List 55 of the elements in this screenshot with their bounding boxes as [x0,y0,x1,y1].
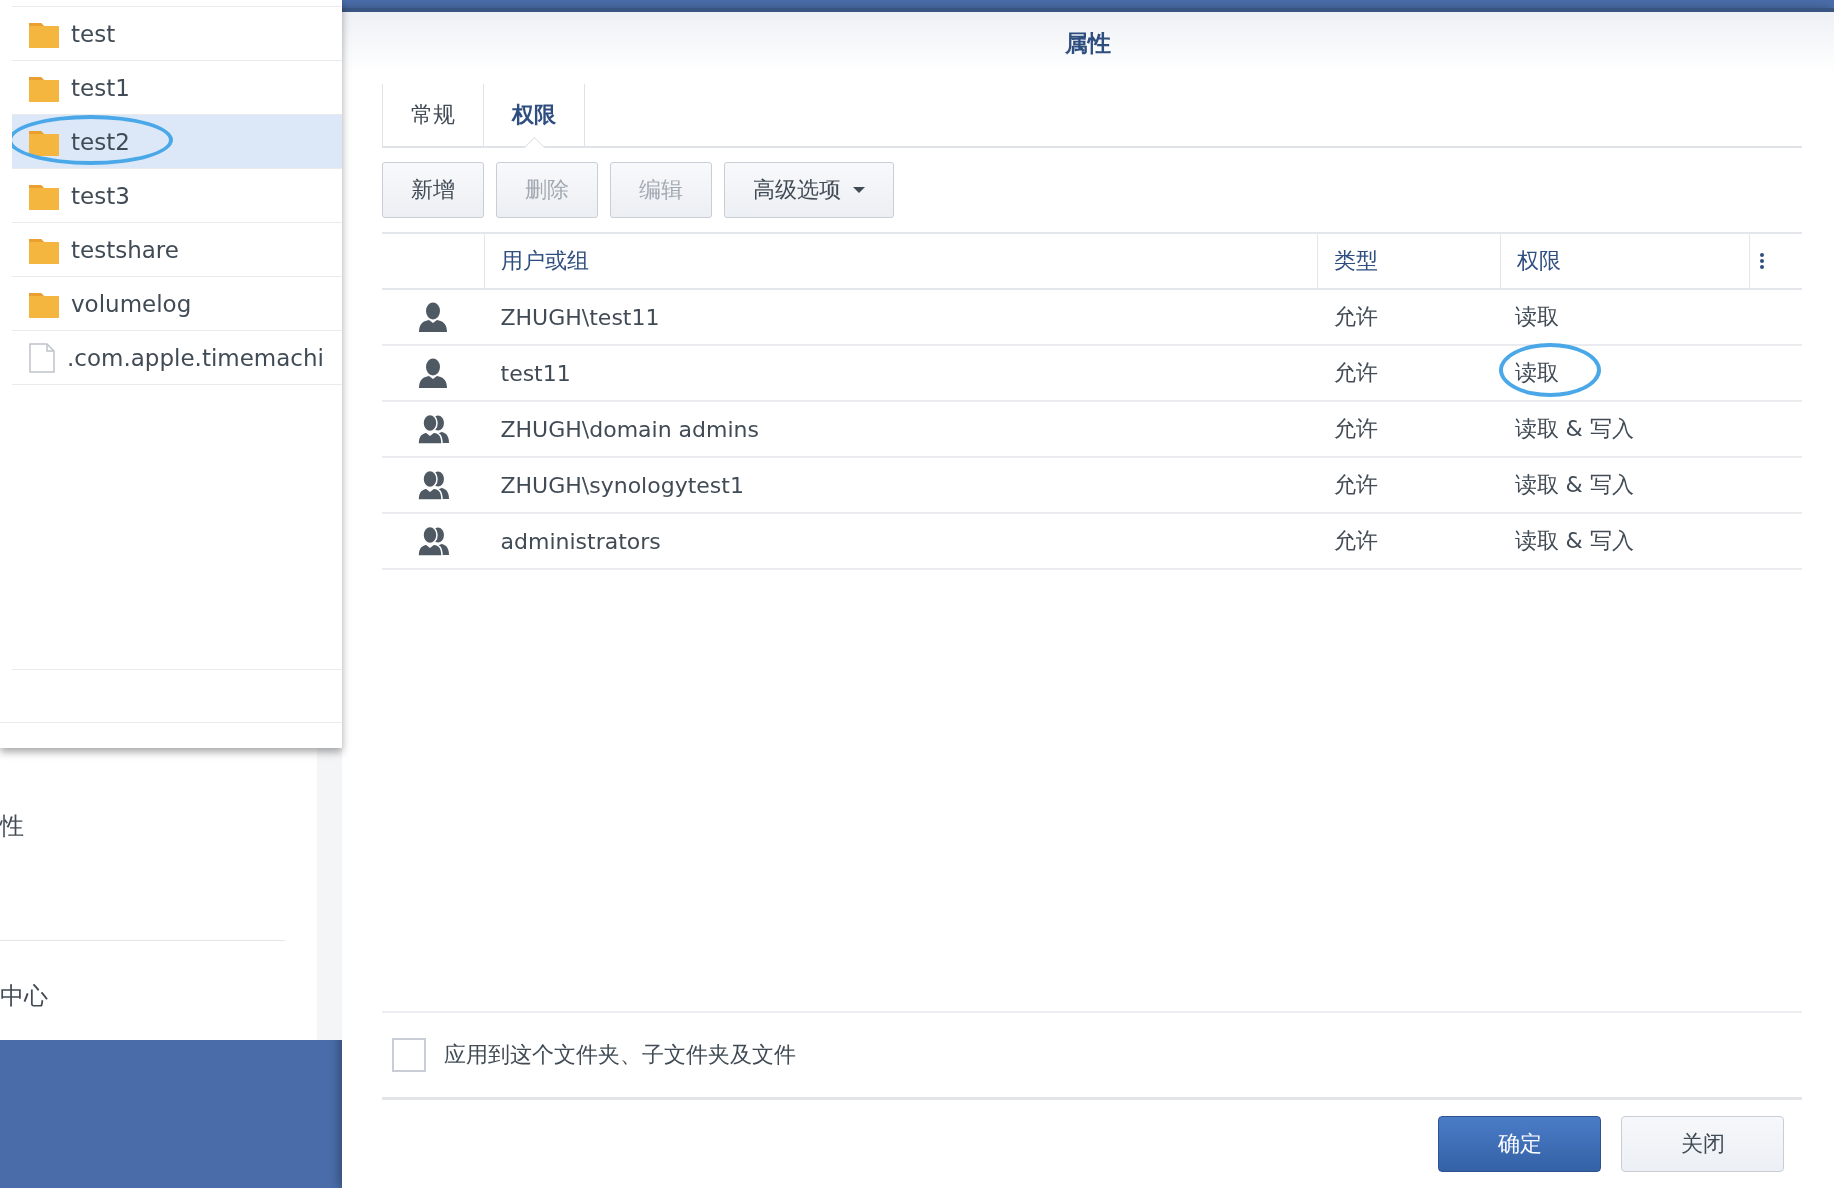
file-name: test2 [71,128,130,155]
permission-row[interactable]: ZHUGH\domain admins 允许 读取 & 写入 [382,401,1802,457]
user-icon [417,302,450,332]
table-cell: 允许 [1317,457,1501,513]
file-row[interactable]: testshare [12,223,342,277]
file-name: testshare [71,236,179,263]
file-row[interactable]: test [12,7,342,61]
table-cell-text: 读取 [1514,359,1559,387]
table-cell: ZHUGH\domain admins [484,401,1318,457]
table-cell: test11 [484,345,1318,401]
users-icon [417,470,450,500]
table-cell-text: 读取 & 写入 [1514,527,1634,555]
file-name: volumelog [71,290,192,317]
caret-icon [853,187,865,193]
permission-row[interactable]: ZHUGH\test11 允许 读取 [382,289,1802,345]
toolbar-button[interactable]: 新增 [382,162,484,218]
file-row[interactable]: test3 [12,169,342,223]
menu-item[interactable]: 性 [0,810,24,842]
more-options-icon [1760,253,1764,269]
dropdown-button[interactable]: 高级选项 [724,162,894,218]
menu-item[interactable]: 中心 [0,980,48,1012]
table-cell-text: 读取 & 写入 [1514,415,1634,443]
column-header[interactable]: 用户或组 [484,233,1318,289]
table-cell: ZHUGH\test11 [484,289,1318,345]
column-header[interactable]: 权限 [1500,233,1750,289]
table-cell-text: 读取 [1514,303,1559,331]
tab[interactable]: 权限 [483,84,585,146]
file-row[interactable]: test2 [12,115,342,169]
checkbox-label: 应用到这个文件夹、子文件夹及文件 [444,1041,796,1069]
dialog-title: 属性 [1065,28,1111,58]
ok-button[interactable]: 确定 [1438,1116,1601,1172]
permission-row[interactable]: test11 允许 读取 [382,345,1802,401]
file-name: test3 [71,182,130,209]
table-cell-text: 读取 & 写入 [1514,471,1634,499]
tab[interactable]: 常规 [382,84,483,146]
users-icon [417,414,450,444]
checkbox[interactable] [392,1038,426,1072]
table-cell: administrators [484,513,1318,569]
table-cell: 允许 [1317,401,1501,457]
permission-row[interactable]: administrators 允许 读取 & 写入 [382,513,1802,569]
file-row[interactable]: volumelog [12,277,342,331]
table-cell: ZHUGH\synologytest1 [484,457,1318,513]
close-button[interactable]: 关闭 [1621,1116,1784,1172]
table-cell: 允许 [1317,289,1501,345]
users-icon [417,526,450,556]
column-header[interactable]: 类型 [1317,233,1501,289]
table-cell: 允许 [1317,345,1501,401]
file-name: test [71,20,116,47]
file-icon [29,342,55,373]
table-cell: 允许 [1317,513,1501,569]
user-icon [417,358,450,388]
file-name: test1 [71,74,130,101]
permission-row[interactable]: ZHUGH\synologytest1 允许 读取 & 写入 [382,457,1802,513]
file-name: .com.apple.timemachi [67,344,324,371]
file-row[interactable]: .com.apple.timemachi [12,331,342,385]
